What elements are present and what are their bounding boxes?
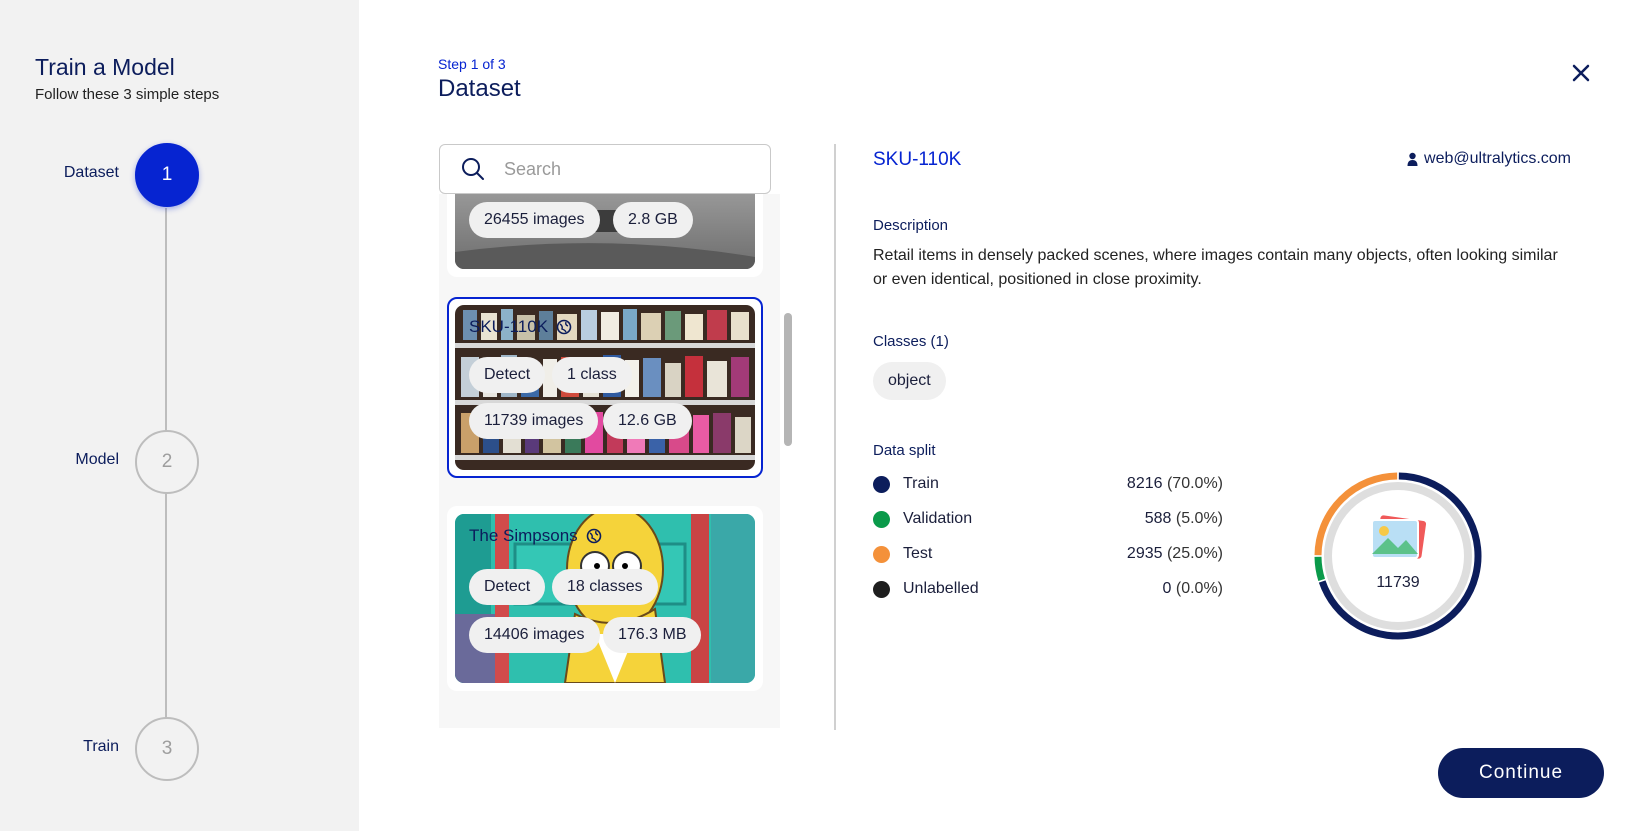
class-chip: object	[873, 362, 946, 400]
step-dataset[interactable]: Dataset 1	[0, 143, 359, 207]
dataset-thumbnail: 26455 images 2.8 GB	[455, 194, 755, 269]
step-label: Train	[83, 738, 119, 755]
sidebar-title: Train a Model	[35, 54, 175, 80]
size-chip: 176.3 MB	[603, 617, 702, 653]
split-name: Unlabelled	[903, 580, 979, 597]
list-scrollbar[interactable]	[784, 313, 792, 446]
split-count: 0	[1162, 580, 1172, 597]
legend-dot	[873, 580, 890, 598]
dataset-card-the-simpsons[interactable]: The Simpsons Detect 18 classes 14406 ima…	[447, 506, 763, 691]
panel-divider	[834, 144, 836, 730]
step-number-circle: 2	[135, 430, 199, 494]
dataset-thumbnail: SKU-110K Detect 1 class 11739 images 12.…	[455, 305, 755, 470]
split-name: Validation	[903, 510, 973, 527]
data-split-label: Data split	[873, 442, 936, 459]
globe-icon	[586, 528, 601, 544]
data-split-donut	[1314, 472, 1482, 640]
owner-email: web@ultralytics.com	[1424, 150, 1571, 167]
dataset-list[interactable]: 26455 images 2.8 GB SKU-110K Detect 1 cl…	[439, 194, 780, 728]
dataset-owner: web@ultralytics.com	[1407, 150, 1571, 168]
dataset-card-title: SKU-110K	[469, 317, 572, 337]
split-percent: (5.0%)	[1175, 510, 1223, 527]
legend-dot	[873, 510, 890, 528]
images-chip: 11739 images	[469, 403, 599, 439]
size-chip: 2.8 GB	[613, 202, 693, 238]
step-number-circle: 1	[135, 143, 199, 207]
dataset-card-name: The Simpsons	[469, 526, 578, 545]
split-row-validation: Validation 588 (5.0%)	[873, 507, 1223, 531]
search-box[interactable]	[439, 144, 771, 194]
split-value: 588 (5.0%)	[1145, 510, 1223, 528]
dataset-card-name: SKU-110K	[469, 317, 549, 336]
continue-button[interactable]: Continue	[1438, 748, 1604, 798]
split-name: Test	[903, 545, 933, 562]
search-input[interactable]	[504, 158, 744, 180]
sidebar: Train a Model Follow these 3 simple step…	[0, 0, 359, 831]
classes-chip: 1 class	[552, 357, 632, 393]
split-value: 2935 (25.0%)	[1127, 545, 1223, 563]
legend-dot	[873, 475, 890, 493]
split-name: Train	[903, 475, 939, 492]
split-percent: (25.0%)	[1166, 545, 1223, 562]
step-label: Model	[75, 451, 119, 468]
step-model[interactable]: Model 2	[0, 430, 359, 494]
task-chip: Detect	[469, 357, 546, 393]
close-icon	[1572, 64, 1590, 82]
images-chip: 14406 images	[469, 617, 600, 653]
search-icon	[462, 158, 484, 180]
dataset-description: Retail items in densely packed scenes, w…	[873, 247, 1558, 288]
legend-dot	[873, 545, 890, 563]
page-title: Dataset	[438, 75, 521, 102]
globe-icon	[556, 319, 572, 335]
dataset-card-title: The Simpsons	[469, 526, 602, 546]
image-placeholder-icon	[1371, 515, 1427, 559]
classes-chip: 18 classes	[552, 569, 658, 605]
split-row-unlabelled: Unlabelled 0 (0.0%)	[873, 577, 1223, 601]
donut-total: 11739	[1376, 574, 1420, 591]
step-label: Dataset	[63, 164, 119, 181]
description-label: Description	[873, 217, 949, 234]
split-count: 8216	[1126, 475, 1163, 492]
step-counter: Step 1 of 3	[438, 56, 506, 72]
dataset-thumbnail: The Simpsons Detect 18 classes 14406 ima…	[455, 514, 755, 683]
dataset-card[interactable]: 26455 images 2.8 GB	[447, 194, 763, 277]
split-percent: (70.0%)	[1166, 475, 1223, 492]
size-chip: 12.6 GB	[603, 403, 692, 439]
step-number-circle: 3	[135, 717, 199, 781]
split-percent: (0.0%)	[1175, 580, 1223, 597]
dataset-card-sku110k[interactable]: SKU-110K Detect 1 class 11739 images 12.…	[447, 297, 763, 478]
classes-label: Classes (1)	[873, 333, 949, 350]
split-row-test: Test 2935 (25.0%)	[873, 542, 1223, 566]
split-value: 8216 (70.0%)	[1127, 475, 1223, 493]
images-chip: 26455 images	[469, 202, 600, 238]
task-chip: Detect	[469, 569, 546, 605]
dataset-name: SKU-110K	[873, 149, 962, 170]
sidebar-subtitle: Follow these 3 simple steps	[35, 86, 220, 103]
split-value: 0 (0.0%)	[1163, 580, 1223, 598]
split-row-train: Train 8216 (70.0%)	[873, 472, 1223, 496]
split-count: 2935	[1126, 545, 1163, 562]
step-train[interactable]: Train 3	[0, 717, 359, 781]
close-button[interactable]	[1568, 60, 1594, 86]
user-icon	[1407, 152, 1418, 166]
split-count: 588	[1144, 510, 1172, 527]
